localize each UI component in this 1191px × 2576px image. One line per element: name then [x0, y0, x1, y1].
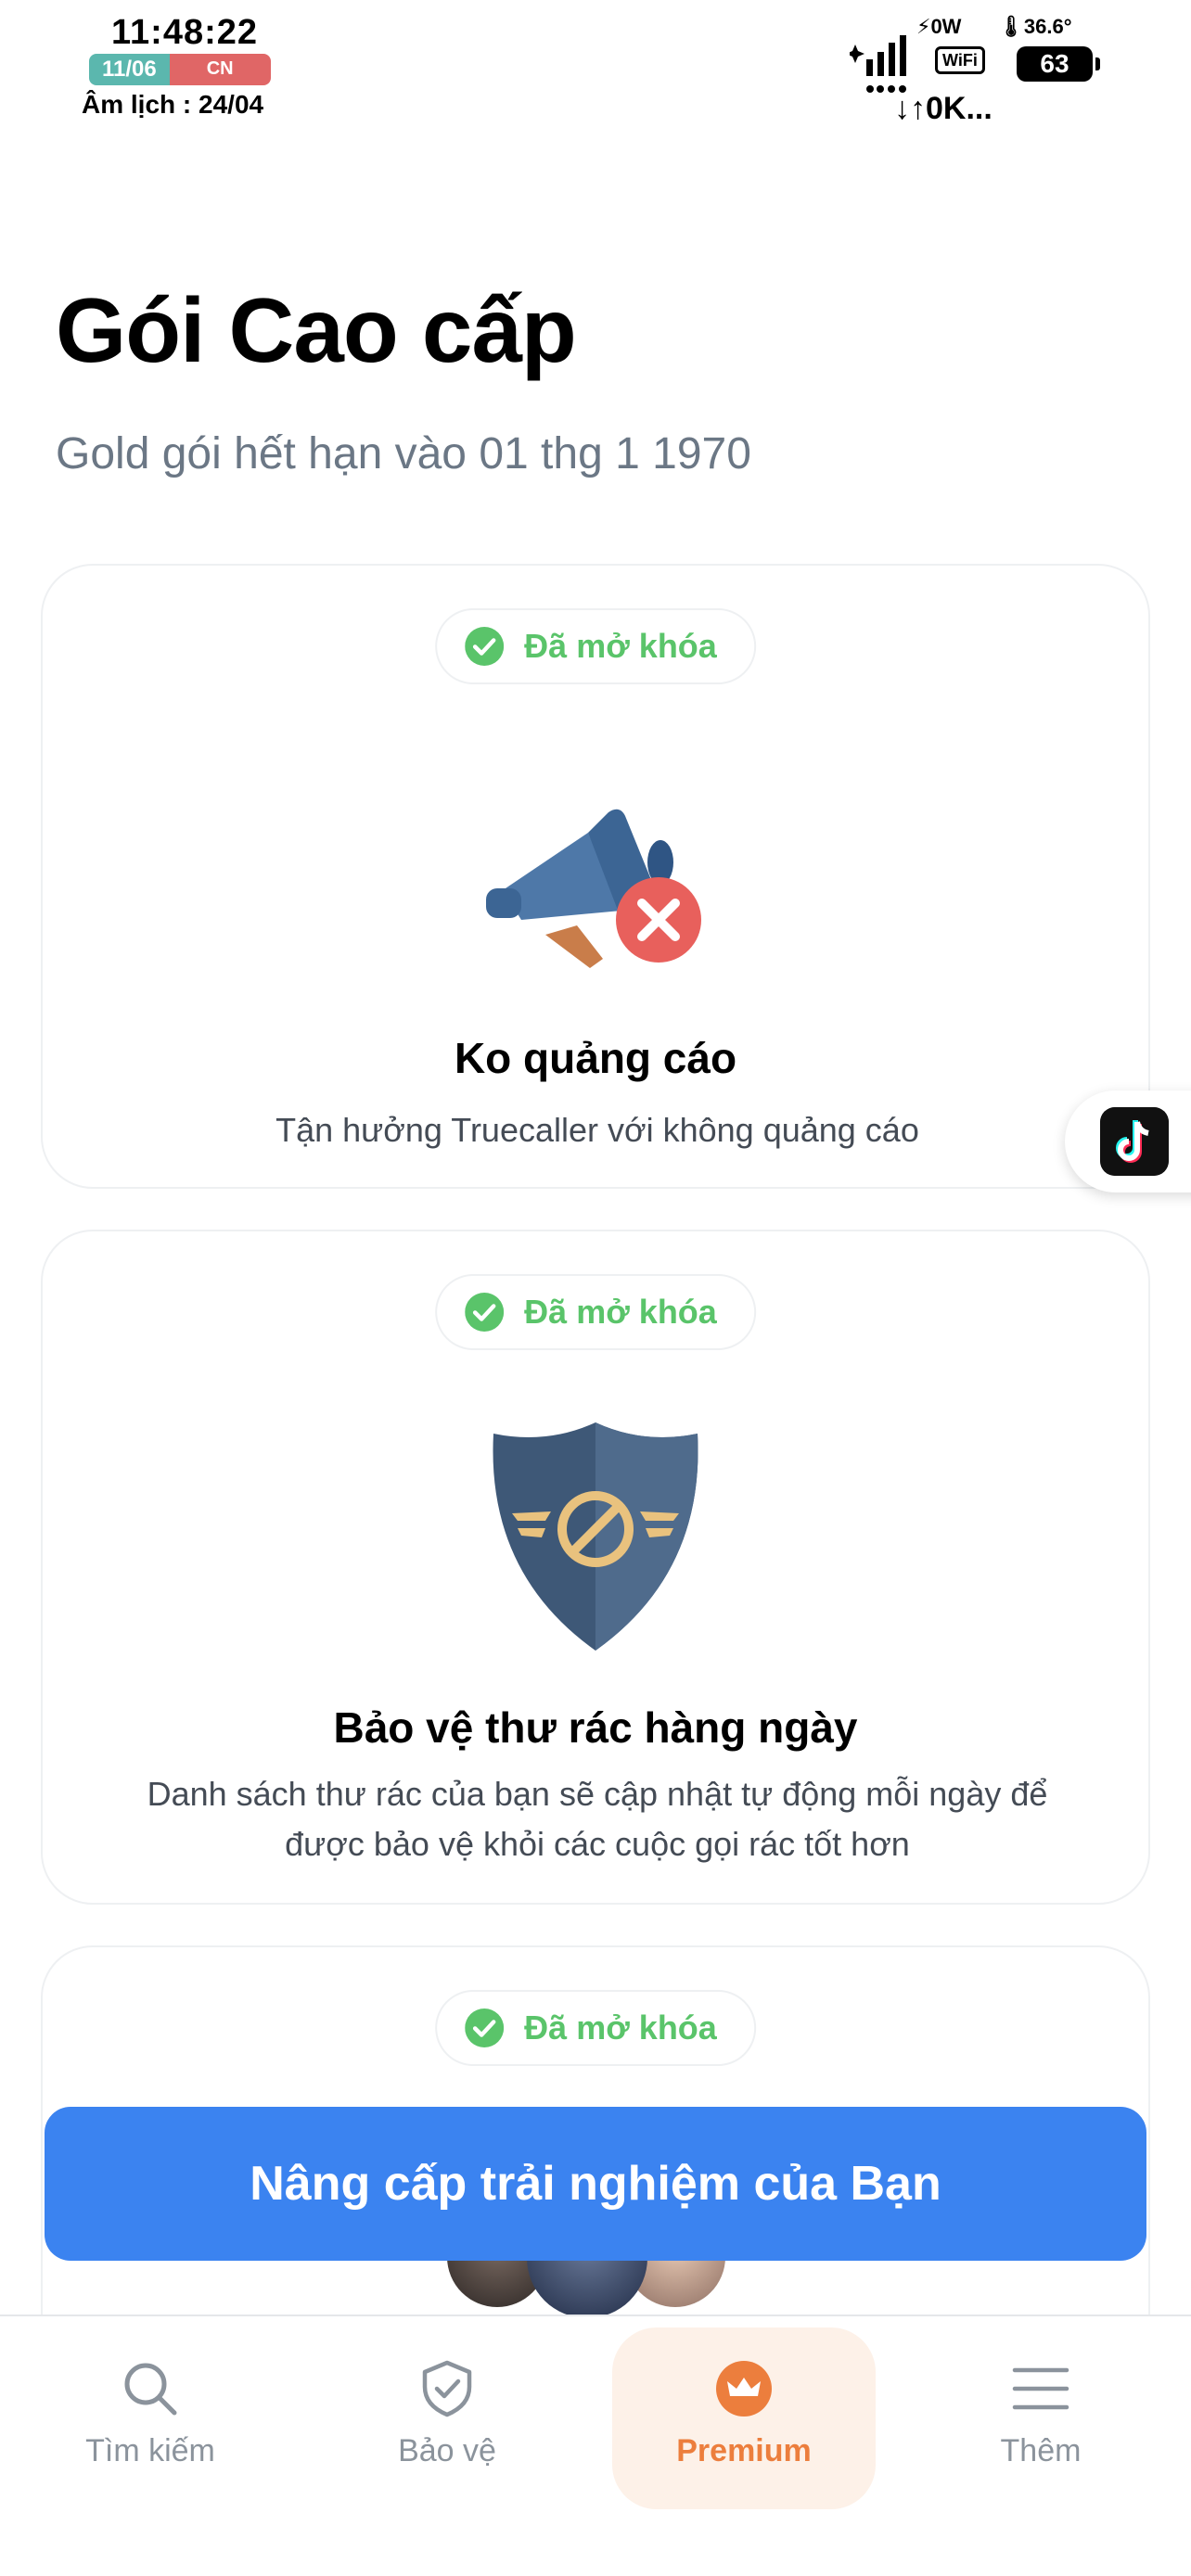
upgrade-button[interactable]: Nâng cấp trải nghiệm của Bạn: [45, 2107, 1146, 2261]
bottom-tab-bar: Tìm kiếm Bảo vệ Premium Thêm: [0, 2315, 1191, 2576]
check-circle-icon: [465, 2009, 505, 2047]
check-circle-icon: [465, 627, 505, 666]
tiktok-icon: [1100, 1107, 1169, 1176]
feature-description: Danh sách thư rác của bạn sẽ cập nhật tự…: [147, 1775, 1048, 1863]
unlocked-badge: Đã mở khóa: [435, 1274, 756, 1350]
shield-check-icon: [422, 2360, 472, 2417]
floating-app-shortcut[interactable]: [1065, 1090, 1191, 1192]
plan-expiry-subtitle: Gold gói hết hạn vào 01 thg 1 1970: [56, 429, 751, 478]
status-bar: 11:48:22 11/06 CN Âm lịch : 24/04 ⚡0W 🌡3…: [0, 0, 1191, 139]
unlocked-badge-label: Đã mở khóa: [524, 627, 717, 665]
status-lunar-date: Âm lịch : 24/04: [82, 90, 264, 119]
battery-icon: 63: [1017, 46, 1100, 82]
status-weekday: CN: [169, 54, 271, 85]
status-indicators: ⚡0W 🌡36.6° WiFi 63 ↓↑0K...: [850, 13, 1109, 134]
wifi-icon: WiFi: [935, 46, 985, 74]
unlocked-badge-label: Đã mở khóa: [524, 1293, 717, 1331]
feature-title: Bảo vệ thư rác hàng ngày: [333, 1703, 858, 1752]
tab-more[interactable]: Thêm: [909, 2327, 1172, 2509]
status-date-pill: 11/06 CN: [89, 54, 271, 85]
tab-label: Premium: [676, 2433, 812, 2468]
tab-label: Thêm: [1000, 2433, 1082, 2468]
feature-title: Ko quảng cáo: [454, 1034, 737, 1082]
megaphone-no-ads-icon: [486, 809, 701, 968]
page-title: Gói Cao cấp: [56, 279, 577, 381]
unlocked-badge: Đã mở khóa: [435, 1990, 756, 2066]
crown-icon: [716, 2361, 772, 2417]
tab-protection[interactable]: Bảo vệ: [315, 2327, 579, 2509]
status-date: 11/06: [89, 54, 170, 85]
tab-label: Bảo vệ: [398, 2433, 496, 2468]
unlocked-badge: Đã mở khóa: [435, 608, 756, 684]
search-icon: [124, 2363, 177, 2416]
feature-card-spam-protection: Đã mở khóa Bảo vệ thư rác hàng ngày Danh…: [41, 1230, 1150, 1905]
status-time: 11:48:22: [111, 13, 259, 52]
tab-premium[interactable]: Premium: [612, 2327, 876, 2509]
menu-icon: [1012, 2367, 1069, 2410]
feature-description: Tận hưởng Truecaller với không quảng cáo: [275, 1111, 919, 1149]
spam-shield-icon: [493, 1422, 698, 1651]
status-network-speed: ↓↑0K...: [894, 91, 992, 126]
status-power: ⚡0W: [916, 15, 962, 38]
tab-search[interactable]: Tìm kiếm: [19, 2327, 282, 2509]
tab-label: Tìm kiếm: [85, 2433, 215, 2468]
status-temperature: 🌡36.6°: [998, 15, 1072, 38]
unlocked-badge-label: Đã mở khóa: [524, 2009, 717, 2047]
check-circle-icon: [465, 1293, 505, 1332]
feature-card-no-ads: Đã mở khóa Ko quảng cáo Tận hưởng Trueca…: [41, 564, 1150, 1189]
